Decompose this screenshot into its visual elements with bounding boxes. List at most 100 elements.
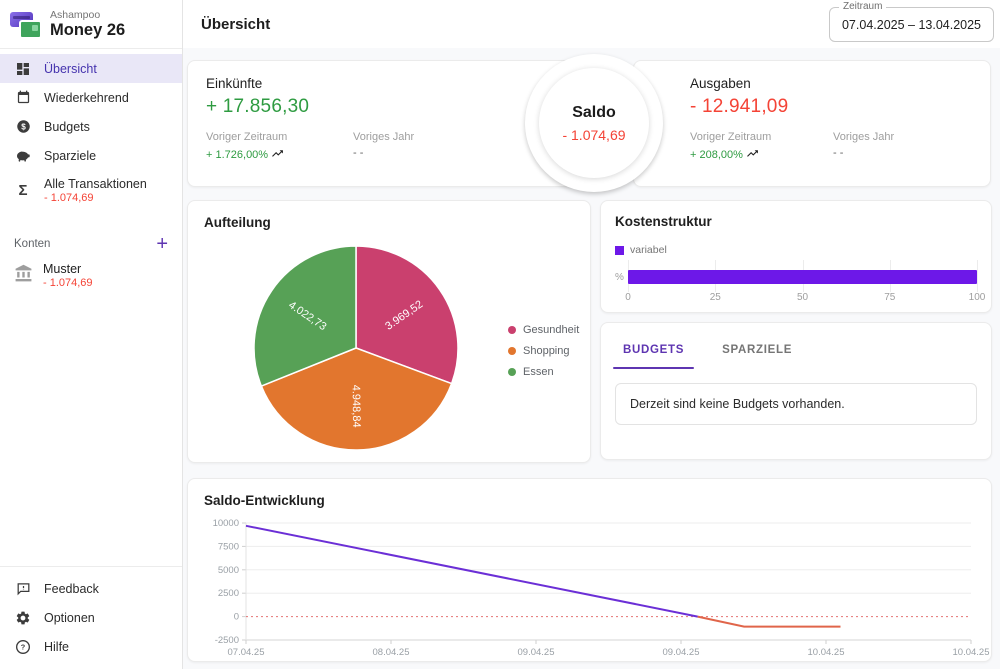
bar-axis-tick: 100 bbox=[969, 292, 986, 303]
y-axis-tick: 7500 bbox=[218, 541, 239, 552]
pie-legend-item[interactable]: Shopping bbox=[508, 340, 579, 361]
transactions-total: - 1.074,69 bbox=[44, 192, 147, 204]
date-range-value: 07.04.2025 – 13.04.2025 bbox=[842, 18, 981, 32]
piggy-bank-icon bbox=[14, 148, 32, 164]
pie-legend-dot bbox=[508, 347, 516, 355]
account-balance: - 1.074,69 bbox=[43, 277, 93, 289]
main-area: Übersicht Zeitraum 07.04.2025 – 13.04.20… bbox=[183, 0, 1000, 669]
x-axis-tick: 09.04.25 bbox=[518, 647, 555, 658]
pie-legend: Gesundheit Shopping Essen bbox=[508, 319, 579, 382]
bar-ticks: 0255075100 bbox=[628, 292, 977, 304]
expenses-amount: - 12.941,09 bbox=[690, 96, 990, 118]
tab-budgets[interactable]: BUDGETS bbox=[617, 344, 690, 369]
app-logo: Ashampoo Money 26 bbox=[0, 0, 182, 49]
balance-development-card: Saldo-Entwicklung 100007500500025000-250… bbox=[187, 478, 992, 662]
prev-year-label: Voriges Jahr bbox=[353, 131, 500, 143]
date-range-field[interactable]: Zeitraum 07.04.2025 – 13.04.2025 bbox=[829, 7, 994, 42]
bar-gridline bbox=[977, 260, 978, 292]
product-name: Money 26 bbox=[50, 21, 125, 39]
svg-text:$: $ bbox=[21, 122, 26, 131]
konten-header: Konten bbox=[14, 238, 50, 250]
series-saldo-negativ[interactable] bbox=[698, 617, 841, 627]
saldo-circle: Saldo - 1.074,69 bbox=[525, 54, 663, 192]
prev-year-label: Voriges Jahr bbox=[833, 131, 980, 143]
y-axis-tick: -2500 bbox=[215, 635, 239, 646]
y-axis-tick: 2500 bbox=[218, 588, 239, 599]
saldo-title: Saldo bbox=[572, 104, 616, 122]
bar-axis-tick: 0 bbox=[625, 292, 631, 303]
help-icon: ? bbox=[14, 639, 32, 655]
x-axis-tick: 10.04.25 bbox=[808, 647, 845, 658]
brand-name: Ashampoo bbox=[50, 9, 125, 21]
sidebar-nav: Übersicht Wiederkehrend $ Budgets bbox=[0, 49, 182, 210]
sidebar-item-label: Übersicht bbox=[44, 62, 97, 76]
balance-line-chart[interactable]: 100007500500025000-250007.04.2508.04.250… bbox=[188, 479, 993, 663]
sidebar-footer: Feedback Optionen ? Hilfe bbox=[0, 566, 182, 669]
pie-legend-label: Essen bbox=[523, 366, 554, 378]
y-axis-tick: 10000 bbox=[213, 518, 239, 529]
sidebar-item-sparziele[interactable]: Sparziele bbox=[0, 141, 182, 170]
sidebar-item-uebersicht[interactable]: Übersicht bbox=[0, 54, 182, 83]
sidebar-item-label: Alle Transaktionen bbox=[44, 177, 147, 191]
pie-slice-value: 4.948,84 bbox=[350, 385, 363, 428]
sidebar-item-feedback[interactable]: Feedback bbox=[0, 574, 182, 603]
tabs-bar: BUDGETS SPARZIELE bbox=[601, 323, 991, 369]
tab-sparziele[interactable]: SPARZIELE bbox=[716, 344, 798, 369]
cost-structure-title: Kostenstruktur bbox=[601, 201, 991, 229]
y-axis-tick: 5000 bbox=[218, 565, 239, 576]
prev-period-label: Voriger Zeitraum bbox=[206, 131, 353, 143]
bar-y-axis-label: % bbox=[615, 272, 628, 283]
prev-year-value: - - bbox=[833, 147, 980, 159]
pie-legend-label: Shopping bbox=[523, 345, 570, 357]
prev-period-value: + 208,00% bbox=[690, 149, 743, 161]
x-axis-tick: 08.04.25 bbox=[373, 647, 410, 658]
sidebar-item-label: Budgets bbox=[44, 120, 90, 134]
bar-axis-tick: 25 bbox=[710, 292, 721, 303]
dashboard-icon bbox=[14, 61, 32, 77]
svg-text:?: ? bbox=[21, 642, 26, 651]
sidebar-item-budgets[interactable]: $ Budgets bbox=[0, 112, 182, 141]
sidebar-item-alle-transaktionen[interactable]: Σ Alle Transaktionen - 1.074,69 bbox=[0, 170, 182, 210]
bar-axis-tick: 50 bbox=[797, 292, 808, 303]
x-axis-tick: 09.04.25 bbox=[663, 647, 700, 658]
expenses-card: Ausgaben - 12.941,09 Voriger Zeitraum + … bbox=[633, 60, 991, 187]
app-logo-icon bbox=[10, 11, 40, 38]
sidebar-item-label: Optionen bbox=[44, 611, 95, 625]
sidebar-item-hilfe[interactable]: ? Hilfe bbox=[0, 632, 182, 661]
sidebar-item-wiederkehrend[interactable]: Wiederkehrend bbox=[0, 83, 182, 112]
cost-structure-card: Kostenstruktur variabel % 0 25 50 75 100 bbox=[600, 200, 992, 313]
account-item-muster[interactable]: Muster - 1.074,69 bbox=[0, 252, 182, 299]
pie-legend-item[interactable]: Gesundheit bbox=[508, 319, 579, 340]
prev-period-value: + 1.726,00% bbox=[206, 149, 268, 161]
series-saldo-positiv[interactable] bbox=[246, 526, 698, 617]
pie-legend-label: Gesundheit bbox=[523, 324, 579, 336]
bank-icon bbox=[14, 264, 33, 288]
prev-period-label: Voriger Zeitraum bbox=[690, 131, 833, 143]
bar-legend-swatch bbox=[615, 246, 624, 255]
topbar: Übersicht Zeitraum 07.04.2025 – 13.04.20… bbox=[183, 0, 1000, 49]
pie-legend-dot bbox=[508, 326, 516, 334]
dashboard-content: Einkünfte + 17.856,30 Voriger Zeitraum +… bbox=[183, 48, 1000, 669]
trending-up-icon bbox=[746, 147, 759, 163]
page-title: Übersicht bbox=[201, 16, 270, 33]
bar-legend: variabel bbox=[615, 244, 991, 256]
sidebar: Ashampoo Money 26 Übersicht Wiederkehren… bbox=[0, 0, 183, 669]
account-name: Muster bbox=[43, 262, 93, 276]
empty-budgets-message: Derzeit sind keine Budgets vorhanden. bbox=[615, 383, 977, 425]
cost-bar-variabel[interactable] bbox=[628, 270, 977, 284]
bar-legend-label: variabel bbox=[630, 244, 667, 256]
sigma-icon: Σ bbox=[14, 183, 32, 198]
expenses-title: Ausgaben bbox=[690, 76, 990, 91]
sidebar-item-label: Hilfe bbox=[44, 640, 69, 654]
bar-axis-tick: 75 bbox=[884, 292, 895, 303]
add-account-button[interactable]: + bbox=[156, 236, 168, 252]
trending-up-icon bbox=[271, 147, 284, 163]
pie-legend-dot bbox=[508, 368, 516, 376]
pie-legend-item[interactable]: Essen bbox=[508, 361, 579, 382]
feedback-icon bbox=[14, 581, 32, 596]
sidebar-item-label: Feedback bbox=[44, 582, 99, 596]
sidebar-item-optionen[interactable]: Optionen bbox=[0, 603, 182, 632]
x-axis-tick: 07.04.25 bbox=[228, 647, 265, 658]
allocation-card: Aufteilung 3.969,524.948,844.022,73 Gesu… bbox=[187, 200, 591, 463]
prev-year-value: - - bbox=[353, 147, 500, 159]
